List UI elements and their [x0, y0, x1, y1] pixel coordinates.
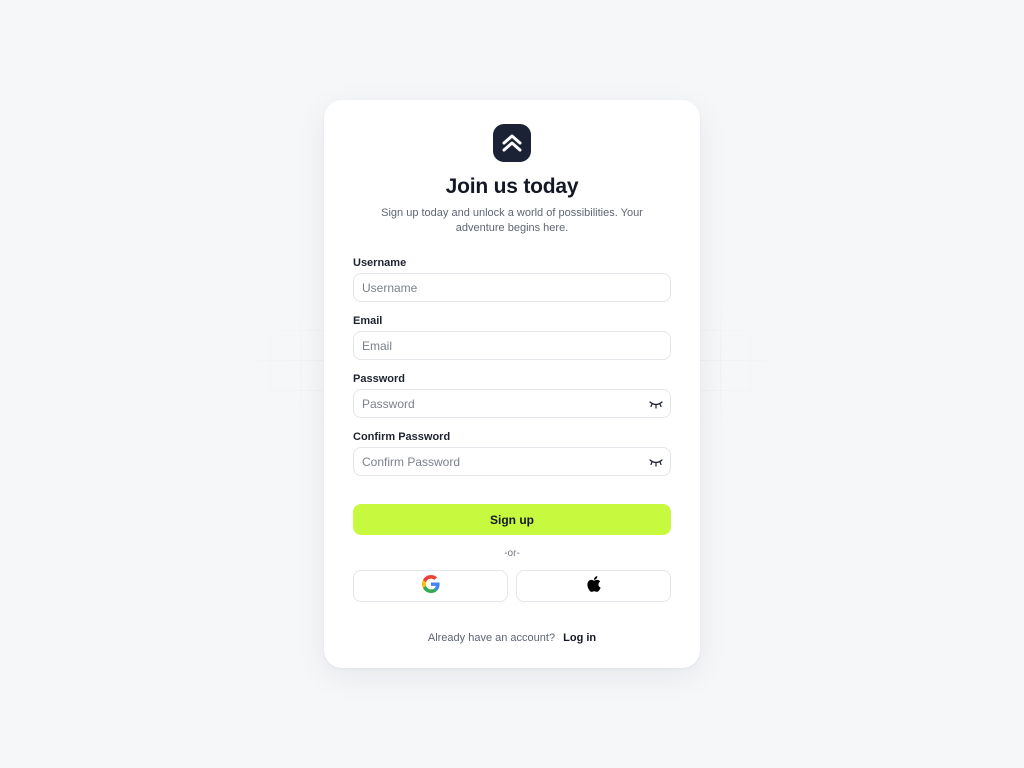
confirm-password-label: Confirm Password [353, 431, 451, 443]
email-label: Email [353, 315, 383, 327]
google-sign-in-button[interactable] [353, 570, 508, 602]
login-prompt: Already have an account? Log in [324, 632, 700, 644]
confirm-password-input[interactable] [354, 454, 670, 469]
sign-up-button[interactable]: Sign up [353, 504, 671, 535]
page-subtitle: Sign up today and unlock a world of poss… [381, 207, 643, 234]
username-label: Username [353, 257, 407, 269]
apple-icon [586, 575, 602, 598]
eye-closed-icon[interactable] [649, 398, 663, 410]
email-input[interactable] [354, 338, 670, 353]
username-input[interactable] [354, 280, 670, 295]
password-input[interactable] [354, 396, 670, 411]
apple-sign-in-button[interactable] [516, 570, 671, 602]
password-label: Password [353, 373, 405, 385]
confirm-password-field-wrapper [353, 447, 671, 476]
password-field-wrapper [353, 389, 671, 418]
log-in-link[interactable]: Log in [563, 632, 596, 644]
page-title: Join us today [445, 175, 579, 198]
login-prompt-text: Already have an account? [427, 632, 556, 644]
eye-closed-icon[interactable] [649, 456, 663, 468]
username-field-wrapper [353, 273, 671, 302]
double-chevron-up-icon [493, 124, 531, 162]
email-field-wrapper [353, 331, 671, 360]
google-icon [421, 574, 440, 598]
signup-card: Join us today Sign up today and unlock a… [324, 100, 700, 668]
or-divider: -or- [504, 548, 520, 559]
